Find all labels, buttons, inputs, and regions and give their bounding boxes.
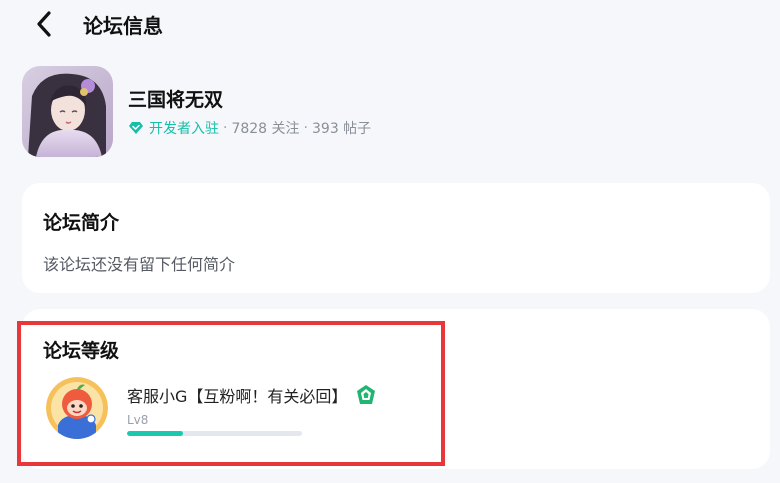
level-card: 论坛等级 客服小G【互粉啊！有关必回】 Lv8 xyxy=(22,309,770,469)
separator: · xyxy=(303,120,308,136)
chevron-left-icon xyxy=(37,11,51,37)
avatar[interactable] xyxy=(46,377,108,439)
intro-title: 论坛简介 xyxy=(43,212,120,234)
forum-name: 三国将无双 xyxy=(128,89,224,111)
moderator-level: Lv8 xyxy=(127,413,149,427)
diamond-check-icon xyxy=(129,122,143,134)
separator: · xyxy=(223,120,228,136)
moderator-badge-icon xyxy=(357,385,376,404)
developer-badge-label: 开发者入驻 xyxy=(149,121,219,137)
top-bar: 论坛信息 xyxy=(0,0,780,48)
post-count: 393 帖子 xyxy=(312,121,372,137)
level-progress-fill xyxy=(127,431,183,436)
page-title: 论坛信息 xyxy=(83,14,163,38)
developer-badge[interactable]: 开发者入驻 xyxy=(128,118,219,138)
forum-header: 三国将无双 开发者入驻 · 7828 关注 · 393 帖子 xyxy=(22,66,371,158)
moderator-info: 客服小G【互粉啊！有关必回】 Lv8 xyxy=(127,377,377,439)
level-progress-bar xyxy=(127,431,302,436)
follower-count: 7828 关注 xyxy=(231,121,300,137)
intro-text: 该论坛还没有留下任何简介 xyxy=(43,255,236,274)
moderator-name[interactable]: 客服小G【互粉啊！有关必回】 xyxy=(127,383,347,407)
back-button[interactable] xyxy=(28,8,60,40)
forum-meta: 三国将无双 开发者入驻 · 7828 关注 · 393 帖子 xyxy=(128,66,371,158)
game-icon-image[interactable] xyxy=(22,66,113,157)
moderator-row[interactable]: 客服小G【互粉啊！有关必回】 Lv8 xyxy=(46,377,377,439)
level-title: 论坛等级 xyxy=(43,340,120,362)
intro-card: 论坛简介 该论坛还没有留下任何简介 xyxy=(22,183,770,293)
forum-stats: 开发者入驻 · 7828 关注 · 393 帖子 xyxy=(128,118,371,138)
